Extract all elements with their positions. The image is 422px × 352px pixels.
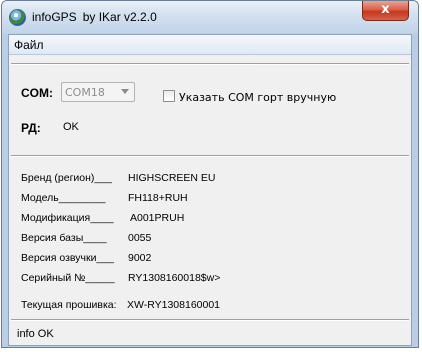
client-area: Файл COM: COM18 Указать COM горт вручную… [8, 34, 412, 346]
status-text: info OK [17, 328, 54, 340]
modification-value: A001PRUH [130, 212, 185, 224]
close-button[interactable]: x [362, 1, 409, 21]
serial-value: RY1308160018$w> [128, 272, 221, 284]
firmware-label: Текущая прошивка: [21, 299, 117, 311]
brand-value: HIGHSCREEN EU [128, 172, 216, 184]
close-icon: x [381, 2, 390, 17]
globe-icon [9, 9, 26, 26]
menu-file[interactable]: Файл [14, 38, 44, 52]
serial-label: Серийный №_____ [21, 272, 115, 284]
brand-label: Бренд (регион)___ [21, 172, 112, 184]
rd-label: РД: [21, 121, 41, 135]
divider-top [11, 63, 409, 65]
window-title: infoGPS by IKar v2.2.0 [32, 10, 157, 24]
base-version-value: 0055 [128, 232, 152, 244]
voice-version-value: 9002 [128, 252, 152, 264]
manual-com-label[interactable]: Указать COM горт вручную [179, 91, 336, 104]
app-window: infoGPS by IKar v2.2.0 x Файл COM: COM18 … [1, 0, 419, 348]
com-label: COM: [21, 86, 53, 100]
manual-com-checkbox[interactable] [163, 90, 175, 102]
app-name: infoGPS [32, 10, 77, 24]
model-label: Модель________ [21, 192, 106, 204]
modification-label: Модификация____ [21, 212, 114, 224]
com-port-value: COM18 [65, 86, 105, 99]
divider-middle [11, 155, 409, 157]
title-bar[interactable]: infoGPS by IKar v2.2.0 x [2, 1, 418, 33]
app-author: by IKar v2.2.0 [82, 10, 157, 24]
com-port-select[interactable]: COM18 [61, 82, 135, 102]
voice-version-label: Версия озвучки___ [21, 252, 114, 264]
menu-bar: Файл [9, 35, 411, 55]
divider-bottom [11, 319, 409, 321]
base-version-label: Версия базы____ [21, 232, 107, 244]
rd-value: OK [63, 121, 79, 133]
firmware-value: XW-RY1308160001 [127, 299, 221, 311]
model-value: FH118+RUH [128, 192, 188, 204]
chevron-down-icon [121, 89, 129, 94]
